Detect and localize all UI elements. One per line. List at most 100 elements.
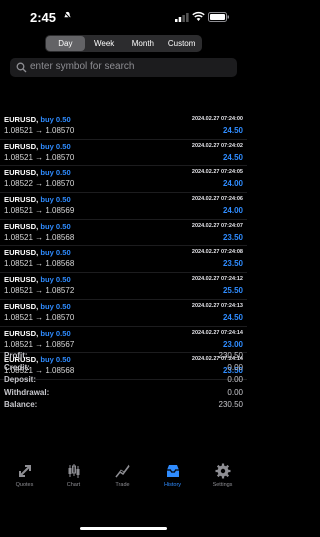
summary-row: Withdrawal: 0.00	[0, 388, 247, 400]
tab-trade[interactable]: Trade	[98, 463, 147, 488]
deal-symbol: EURUSD, buy 0.50	[4, 302, 71, 311]
deal-date: 2024.02.27 07:24:12	[191, 276, 243, 283]
bell-off-icon	[63, 11, 72, 20]
deal-price: 1.08521 → 1.08570	[4, 312, 75, 322]
summary-label: Balance:	[4, 399, 38, 409]
deal-profit: 24.00	[222, 206, 243, 216]
deal-symbol: EURUSD, buy 0.50	[4, 168, 71, 177]
search-icon	[16, 62, 27, 73]
deal-side: buy 0.50	[40, 301, 71, 311]
summary-value: 0.00	[227, 387, 243, 397]
tab-trade-label: Trade	[115, 482, 130, 488]
tab-history-label: History	[163, 482, 182, 488]
deal-date: 2024.02.27 07:24:02	[191, 142, 243, 149]
deal-date: 2024.02.27 07:24:07	[191, 222, 243, 229]
tab-settings-label: Settings	[212, 482, 233, 488]
deal-symbol-name: EURUSD,	[4, 301, 39, 311]
chart-icon	[68, 464, 79, 478]
tab-history[interactable]: History	[148, 463, 197, 488]
deal-date: 2024.02.27 07:24:05	[191, 169, 243, 176]
deal-side: buy 0.50	[40, 115, 71, 124]
bottom-tab-bar: Quotes Chart Trade History Settings	[0, 460, 247, 518]
tab-quotes-label: Quotes	[15, 482, 34, 488]
deal-row[interactable]: EURUSD, buy 0.50 1.08521 → 1.08568 2024.02…	[0, 246, 247, 274]
deal-symbol: EURUSD, buy 0.50	[4, 142, 71, 151]
deal-symbol: EURUSD, buy 0.50	[4, 222, 71, 231]
trade-icon	[114, 464, 130, 478]
summary-value: 230.50	[218, 351, 243, 360]
settings-icon	[215, 463, 230, 479]
deal-profit: 24.50	[222, 152, 243, 162]
deal-row[interactable]: EURUSD, buy 0.50 1.08522 → 1.08570 2024.02…	[0, 166, 247, 194]
deal-profit: 24.50	[222, 312, 243, 322]
summary-label: Withdrawal:	[4, 387, 50, 397]
deal-price: 1.08521 → 1.08568	[4, 259, 75, 269]
summary-value: 230.50	[218, 399, 243, 409]
deal-symbol-name: EURUSD,	[4, 115, 39, 124]
deal-price: 1.08521 → 1.08569	[4, 206, 75, 216]
status-time: 2:45	[30, 10, 57, 25]
deal-row[interactable]: EURUSD, buy 0.50 1.08521 → 1.08567 2024.02…	[0, 327, 247, 354]
deal-side: buy 0.50	[40, 328, 71, 338]
deal-date: 2024.02.27 07:24:13	[191, 302, 243, 309]
deal-symbol: EURUSD, buy 0.50	[4, 195, 71, 204]
deal-symbol-name: EURUSD,	[4, 195, 39, 205]
tab-week[interactable]: Week	[85, 36, 124, 51]
battery-icon	[208, 12, 229, 22]
search-placeholder: enter symbol for search	[30, 61, 135, 72]
home-indicator	[80, 527, 167, 530]
summary-row: Credit: 0.00	[0, 363, 247, 375]
deal-symbol-name: EURUSD,	[4, 221, 39, 231]
deal-side: buy 0.50	[40, 221, 71, 231]
wifi-icon	[192, 11, 205, 21]
tab-chart[interactable]: Chart	[49, 463, 98, 488]
history-icon	[166, 465, 179, 477]
deal-symbol: EURUSD, buy 0.50	[4, 115, 71, 124]
deal-side: buy 0.50	[40, 275, 71, 285]
deal-date: 2024.02.27 07:24:00	[191, 116, 243, 122]
deal-side: buy 0.50	[40, 248, 71, 258]
deal-symbol-name: EURUSD,	[4, 168, 39, 178]
deal-row[interactable]: EURUSD, buy 0.50 1.08521 → 1.08570 2024.02…	[0, 113, 247, 140]
tab-settings[interactable]: Settings	[198, 463, 247, 488]
deal-profit: 25.50	[222, 286, 243, 296]
deal-row[interactable]: EURUSD, buy 0.50 1.08521 → 1.08570 2024.02…	[0, 300, 247, 327]
deal-row[interactable]: EURUSD, buy 0.50 1.08521 → 1.08568 2024.02…	[0, 220, 247, 247]
deal-row[interactable]: EURUSD, buy 0.50 1.08521 → 1.08570 2024.02…	[0, 140, 247, 167]
tab-quotes[interactable]: Quotes	[0, 463, 49, 488]
status-bar: 2:45	[0, 0, 247, 34]
deal-side: buy 0.50	[40, 168, 71, 178]
summary-label: Deposit:	[4, 375, 36, 385]
summary-value: 0.00	[227, 375, 243, 385]
deal-symbol-name: EURUSD,	[4, 275, 39, 285]
deal-profit: 24.00	[222, 179, 243, 189]
deal-symbol-name: EURUSD,	[4, 141, 39, 151]
deal-price: 1.08522 → 1.08570	[4, 179, 75, 189]
deal-row[interactable]: EURUSD, buy 0.50 1.08521 → 1.08569 2024.02…	[0, 193, 247, 220]
deal-row[interactable]: EURUSD, buy 0.50 1.08521 → 1.08572 2024.02…	[0, 273, 247, 300]
cellular-signal-icon	[175, 13, 189, 22]
summary-value: 0.00	[227, 363, 243, 373]
period-segmented-control: Day Week Month Custom	[45, 35, 202, 52]
quotes-icon	[18, 465, 31, 477]
deal-side: buy 0.50	[40, 141, 71, 151]
deal-side: buy 0.50	[40, 195, 71, 205]
deal-price: 1.08521 → 1.08570	[4, 126, 75, 135]
deal-price: 1.08521 → 1.08572	[4, 286, 75, 296]
deal-date: 2024.02.27 07:24:06	[191, 196, 243, 203]
deal-price: 1.08521 → 1.08568	[4, 232, 75, 242]
summary-row: Profit: 230.50	[0, 351, 247, 363]
deal-symbol-name: EURUSD,	[4, 248, 39, 258]
tab-custom[interactable]: Custom	[162, 36, 201, 51]
deal-symbol: EURUSD, buy 0.50	[4, 329, 71, 338]
deal-date: 2024.02.27 07:24:14	[191, 329, 243, 336]
summary-row: Balance: 230.50	[0, 400, 247, 412]
summary-row: Deposit: 0.00	[0, 375, 247, 387]
summary-label: Credit:	[4, 363, 30, 373]
deal-profit: 23.00	[222, 339, 243, 349]
deal-date: 2024.02.27 07:24:08	[191, 249, 243, 256]
tab-chart-label: Chart	[66, 482, 81, 488]
tab-month[interactable]: Month	[124, 36, 163, 51]
search-input[interactable]: enter symbol for search	[10, 58, 237, 77]
tab-day[interactable]: Day	[46, 36, 85, 51]
